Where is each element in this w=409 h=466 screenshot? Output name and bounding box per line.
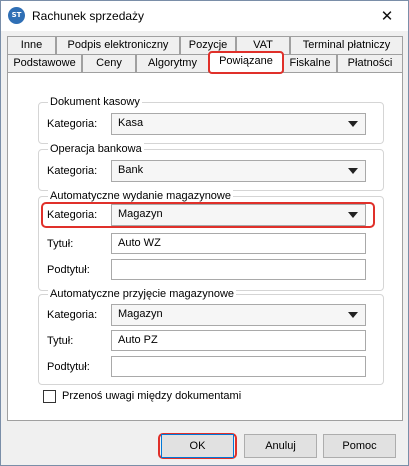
receipt-category-label: Kategoria: (47, 309, 98, 321)
issue-category-select[interactable]: Magazyn (111, 204, 366, 226)
issue-title-label: Tytuł: (47, 238, 74, 250)
tab-platnosci[interactable]: Płatności (337, 54, 403, 72)
group-auto-issue: Automatyczne wydanie magazynowe Kategori… (38, 189, 384, 291)
receipt-subtitle-label: Podtytuł: (47, 361, 90, 373)
tab-podstawowe[interactable]: Podstawowe (7, 54, 82, 72)
chevron-down-icon (348, 212, 358, 218)
app-logo-icon: ST (8, 7, 25, 24)
issue-subtitle-label: Podtytuł: (47, 264, 90, 276)
receipt-category-select[interactable]: Magazyn (111, 304, 366, 326)
tab-powiazane[interactable]: Powiązane (208, 51, 284, 74)
window-title: Rachunek sprzedaży (32, 9, 145, 23)
group-title-bank-operation: Operacja bankowa (48, 142, 144, 156)
group-title-auto-issue: Automatyczne wydanie magazynowe (48, 189, 233, 203)
tab-ceny[interactable]: Ceny (82, 54, 136, 72)
cancel-button[interactable]: Anuluj (244, 434, 317, 458)
group-bank-operation: Operacja bankowa Kategoria: Bank (38, 142, 384, 191)
tab-panel-powiazane: Dokument kasowy Kategoria: Kasa Operacja… (7, 72, 403, 421)
help-button[interactable]: Pomoc (323, 434, 396, 458)
tab-terminal-platniczy[interactable]: Terminal płatniczy (290, 36, 403, 54)
bank-category-label: Kategoria: (47, 165, 98, 177)
cash-category-select[interactable]: Kasa (111, 113, 366, 135)
tab-inne[interactable]: Inne (7, 36, 56, 54)
tab-algorytmy[interactable]: Algorytmy (136, 54, 209, 72)
group-title-auto-receipt: Automatyczne przyjęcie magazynowe (48, 287, 237, 301)
issue-title-input[interactable]: Auto WZ (111, 233, 366, 254)
tab-podpis-elektroniczny[interactable]: Podpis elektroniczny (56, 36, 180, 54)
ok-button[interactable]: OK (161, 434, 234, 458)
chevron-down-icon (348, 121, 358, 127)
tab-fiskalne[interactable]: Fiskalne (283, 54, 337, 72)
issue-category-label: Kategoria: (47, 209, 98, 221)
transfer-notes-checkbox[interactable] (43, 390, 56, 403)
cash-category-label: Kategoria: (47, 118, 98, 130)
group-cash-document: Dokument kasowy Kategoria: Kasa (38, 95, 384, 144)
chevron-down-icon (348, 168, 358, 174)
bank-category-select[interactable]: Bank (111, 160, 366, 182)
title-bar: ST Rachunek sprzedaży ✕ (1, 1, 408, 31)
group-title-cash-document: Dokument kasowy (48, 95, 142, 109)
group-auto-receipt: Automatyczne przyjęcie magazynowe Katego… (38, 287, 384, 385)
receipt-title-input[interactable]: Auto PZ (111, 330, 366, 351)
chevron-down-icon (348, 312, 358, 318)
dialog-window: ST Rachunek sprzedaży ✕ Inne Podpis elek… (0, 0, 409, 466)
close-icon[interactable]: ✕ (376, 5, 398, 27)
issue-subtitle-input[interactable] (111, 259, 366, 280)
receipt-subtitle-input[interactable] (111, 356, 366, 377)
receipt-title-label: Tytuł: (47, 335, 74, 347)
transfer-notes-label[interactable]: Przenoś uwagi między dokumentami (62, 390, 241, 402)
